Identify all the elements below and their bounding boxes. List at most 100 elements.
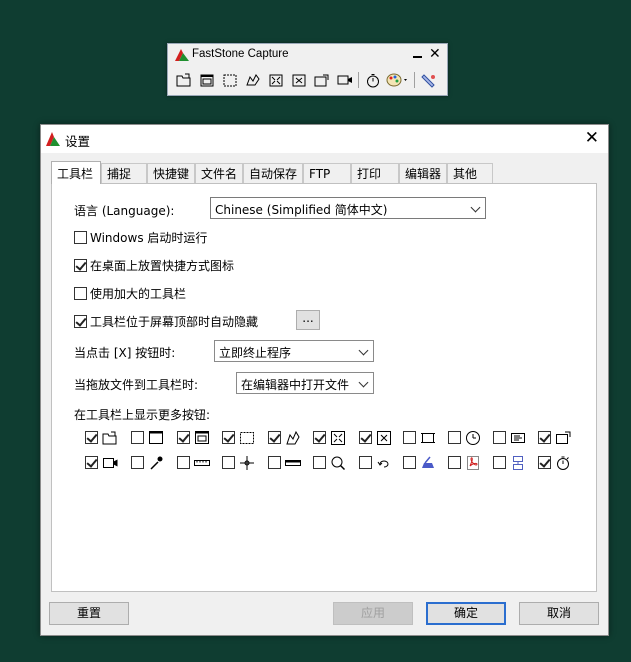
more-button-checkbox[interactable] [538,431,551,444]
more-button-ocr[interactable] [493,430,531,446]
timer-button[interactable] [361,70,384,90]
more-button-checkbox[interactable] [268,431,281,444]
close-action-select[interactable]: 立即终止程序 [214,340,374,362]
more-button-timer[interactable] [538,455,576,471]
ruler-icon [194,460,210,466]
more-button-checkbox[interactable] [131,456,144,469]
more-button-checkbox[interactable] [222,456,235,469]
capture-fullscreen-button[interactable] [264,70,287,90]
dialog-titlebar[interactable]: 设置 ✕ [41,125,608,153]
more-button-capture-window[interactable] [131,430,169,446]
more-button-checkbox[interactable] [85,456,98,469]
more-button-capture-scrolling[interactable] [359,430,397,446]
more-button-ruler[interactable] [177,455,215,471]
more-button-screen-pen[interactable] [268,455,306,471]
cancel-button[interactable]: 取消 [519,602,599,625]
settings-button[interactable] [417,70,440,90]
open-button[interactable] [172,70,195,90]
tab-other[interactable]: 其他 [447,163,493,183]
screen-recorder-icon [103,458,118,468]
tab-label: 文件名 [201,167,238,181]
pdf-icon [467,456,479,470]
capture-scrolling-button[interactable] [287,70,310,90]
more-button-color-picker[interactable] [131,455,169,471]
more-button-checkbox[interactable] [268,456,281,469]
more-button-checkbox[interactable] [359,431,372,444]
autohide-label: 工具栏位于屏幕顶部时自动隐藏 [90,315,259,329]
more-button-checkbox[interactable] [403,431,416,444]
tab-editor[interactable]: 编辑器 [399,163,447,183]
capture-rectangle-button[interactable] [218,70,241,90]
capture-window-button[interactable] [195,70,218,90]
more-button-undo[interactable] [359,455,397,471]
language-select[interactable]: Chinese (Simplified 简体中文) [210,197,486,219]
desktop-shortcut-checkbox[interactable] [74,259,87,272]
more-button-combine-images[interactable] [493,455,531,471]
more-button-checkbox[interactable] [177,431,190,444]
more-button-capture-freehand[interactable] [268,430,306,446]
ocr-icon [511,433,525,443]
more-button-checkbox[interactable] [538,456,551,469]
scanner-icon [422,456,434,468]
startup-label: Windows 启动时运行 [90,231,208,245]
timer-icon [557,456,569,470]
tab-capture[interactable]: 捕捉 [101,163,147,183]
capture-fixed-region-icon [421,433,435,443]
more-button-crosshair[interactable] [222,455,260,471]
reset-button[interactable]: 重置 [49,602,129,625]
more-button-checkbox[interactable] [493,431,506,444]
tab-filename[interactable]: 文件名 [195,163,243,183]
tab-label: FTP [309,166,331,181]
tab-label: 自动保存 [249,167,298,181]
more-button-scanner[interactable] [403,455,441,471]
ok-button[interactable]: 确定 [426,602,506,625]
tab-hotkeys[interactable]: 快捷键 [147,163,195,183]
more-button-capture-object[interactable] [177,430,215,446]
more-button-capture-fixed-region[interactable] [403,430,441,446]
more-button-checkbox[interactable] [222,431,235,444]
more-button-checkbox[interactable] [403,456,416,469]
more-button-checkbox[interactable] [131,431,144,444]
more-button-checkbox[interactable] [448,431,461,444]
more-button-delayed-capture[interactable] [448,430,486,446]
screen-recorder-button[interactable] [333,70,356,90]
close-icon[interactable]: ✕ [585,129,599,147]
more-button-checkbox[interactable] [493,456,506,469]
apply-button[interactable]: 应用 [333,602,413,625]
more-button-capture-fullscreen[interactable] [313,430,351,446]
autohide-checkbox[interactable] [74,315,87,328]
minimize-icon[interactable] [413,56,422,58]
more-button-checkbox[interactable] [177,456,190,469]
more-button-checkbox[interactable] [85,431,98,444]
crosshair-icon [240,456,254,470]
tab-label: 工具栏 [57,166,94,181]
more-button-pdf[interactable] [448,455,486,471]
capture-fixed-region-button[interactable] [310,70,333,90]
toolbar-titlebar[interactable]: FastStone Capture ✕ [168,44,447,67]
large-toolbar-checkbox[interactable] [74,287,87,300]
language-label: 语言 (Language): [74,204,175,218]
tab-toolbar[interactable]: 工具栏 [51,161,101,184]
output-color-button[interactable] [384,70,412,90]
more-button-open[interactable] [85,430,123,446]
capture-freehand-button[interactable] [241,70,264,90]
autohide-options-button[interactable]: ... [296,310,320,330]
output-color-icon [386,73,407,87]
more-button-magnifier[interactable] [313,455,351,471]
tab-ftp[interactable]: FTP [303,163,351,183]
tab-autosave[interactable]: 自动保存 [243,163,303,183]
tab-label: 打印 [357,167,382,181]
more-button-screen-recorder[interactable] [85,455,123,471]
more-button-capture-region[interactable] [538,430,576,446]
more-button-capture-rectangle[interactable] [222,430,260,446]
drag-action-select[interactable]: 在编辑器中打开文件 [236,372,374,394]
color-picker-icon [150,456,163,470]
tab-print[interactable]: 打印 [351,163,399,183]
startup-checkbox[interactable] [74,231,87,244]
more-button-checkbox[interactable] [359,456,372,469]
more-button-checkbox[interactable] [448,456,461,469]
close-icon[interactable]: ✕ [429,46,441,62]
more-button-checkbox[interactable] [313,431,326,444]
more-button-checkbox[interactable] [313,456,326,469]
drag-action-value: 在编辑器中打开文件 [241,378,350,392]
